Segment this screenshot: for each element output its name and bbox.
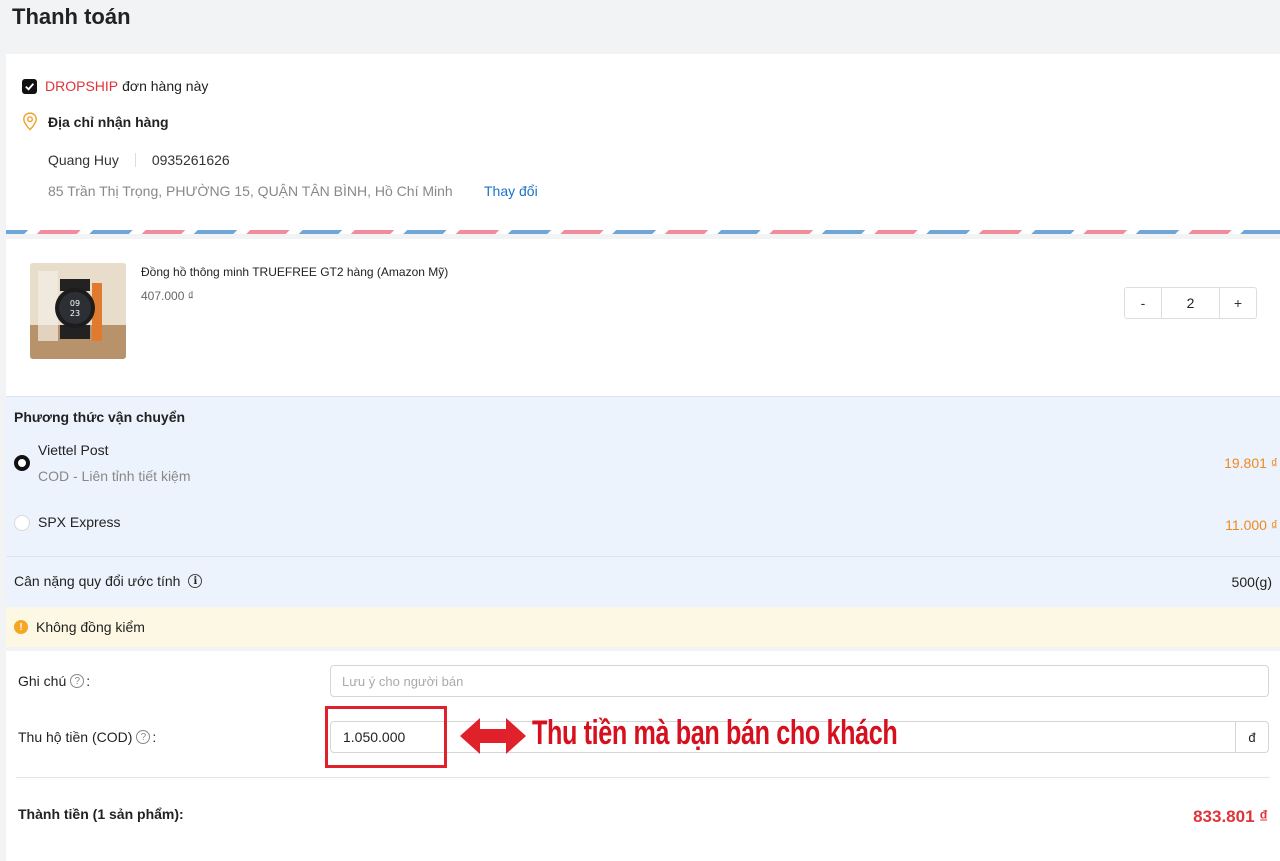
- currency-unit: đ: [1235, 722, 1268, 752]
- note-label: Ghi chú: [18, 673, 67, 689]
- dropship-checkbox[interactable]: [22, 78, 37, 94]
- address-card: DROPSHIP đơn hàng này Địa chỉ nhận hàng …: [6, 54, 1280, 234]
- product-name[interactable]: Đồng hồ thông minh TRUEFREE GT2 hàng (Am…: [141, 265, 448, 279]
- annotation-text: Thu tiền mà bạn bán cho khách: [532, 714, 898, 752]
- decrease-quantity-button[interactable]: -: [1125, 288, 1161, 318]
- check-icon: [25, 82, 35, 91]
- address-title-label: Địa chỉ nhận hàng: [48, 113, 169, 130]
- product-thumbnail[interactable]: 09 23: [30, 263, 126, 359]
- cod-label: Thu hộ tiền (COD): [18, 729, 133, 745]
- recipient-phone: 0935261626: [151, 152, 230, 168]
- recipient-info: Quang Huy 0935261626: [48, 152, 230, 168]
- weight-row: Cân nặng quy đổi ước tính i 500(g): [6, 556, 1280, 607]
- cod-label-group: Thu hộ tiền (COD) ? :: [18, 729, 156, 745]
- quantity-value[interactable]: 2: [1161, 288, 1220, 318]
- note-label-group: Ghi chú ? :: [18, 673, 90, 689]
- shipping-option-subtitle: COD - Liên tỉnh tiết kiệm: [38, 468, 191, 484]
- shipping-option-price: 19.801 ₫: [1224, 455, 1278, 471]
- address-line: 85 Trần Thị Trọng, PHƯỜNG 15, QUẬN TÂN B…: [48, 183, 453, 199]
- shipping-option-spx-express[interactable]: SPX Express 11.000 ₫: [14, 513, 1278, 543]
- weight-value: 500(g): [1231, 574, 1272, 590]
- help-icon[interactable]: ?: [136, 730, 151, 744]
- dropship-text: đơn hàng này: [122, 78, 209, 94]
- change-address-link[interactable]: Thay đổi: [484, 183, 538, 199]
- svg-text:09: 09: [70, 299, 80, 308]
- inspection-notice: ! Không đồng kiểm: [6, 607, 1280, 647]
- page-title: Thanh toán: [12, 4, 131, 29]
- info-icon[interactable]: i: [188, 574, 203, 588]
- dropship-highlight: DROPSHIP: [45, 78, 119, 94]
- shipping-section: Phương thức vận chuyển Viettel Post COD …: [6, 396, 1280, 556]
- annotation-highlight-box: [325, 706, 447, 768]
- recipient-name: Quang Huy: [48, 152, 119, 168]
- weight-label-group: Cân nặng quy đổi ước tính i: [14, 573, 203, 589]
- product-card: 09 23 Đồng hồ thông minh TRUEFREE GT2 hà…: [6, 239, 1280, 396]
- help-icon[interactable]: ?: [70, 674, 85, 688]
- address-title: Địa chỉ nhận hàng: [22, 112, 169, 131]
- svg-text:23: 23: [70, 309, 80, 318]
- location-pin-icon: [23, 112, 37, 131]
- increase-quantity-button[interactable]: +: [1220, 288, 1256, 318]
- shipping-radio[interactable]: [14, 515, 30, 531]
- shipping-option-name: Viettel Post: [38, 442, 109, 458]
- total-value: 833.801 ₫: [1193, 807, 1268, 826]
- colon: :: [86, 673, 91, 689]
- shipping-option-price: 11.000 ₫: [1225, 517, 1278, 533]
- double-arrow-icon: [460, 718, 526, 754]
- dropship-row[interactable]: DROPSHIP đơn hàng này: [22, 78, 208, 94]
- quantity-stepper: - 2 +: [1124, 287, 1257, 319]
- warning-text: Không đồng kiểm: [36, 619, 145, 635]
- warning-icon: !: [14, 620, 28, 634]
- total-label: Thành tiền (1 sản phẩm):: [18, 806, 184, 822]
- shipping-option-name: SPX Express: [38, 514, 121, 530]
- colon: :: [152, 729, 157, 745]
- shipping-title: Phương thức vận chuyển: [14, 409, 186, 425]
- note-input[interactable]: [330, 665, 1269, 697]
- warning-row: ! Không đồng kiểm: [14, 619, 145, 635]
- weight-label: Cân nặng quy đổi ước tính: [14, 573, 181, 589]
- smartwatch-image: 09 23: [30, 263, 126, 359]
- shipping-radio-selected[interactable]: [14, 455, 30, 471]
- separator: [134, 153, 136, 167]
- product-price: 407.000 ₫: [141, 289, 194, 303]
- divider: [16, 777, 1270, 778]
- shipping-option-viettel-post[interactable]: Viettel Post COD - Liên tỉnh tiết kiệm 1…: [14, 441, 1278, 491]
- order-form: Ghi chú ? : Thu hộ tiền (COD) ? : đ Thu …: [6, 651, 1280, 861]
- envelope-border: [6, 230, 1280, 234]
